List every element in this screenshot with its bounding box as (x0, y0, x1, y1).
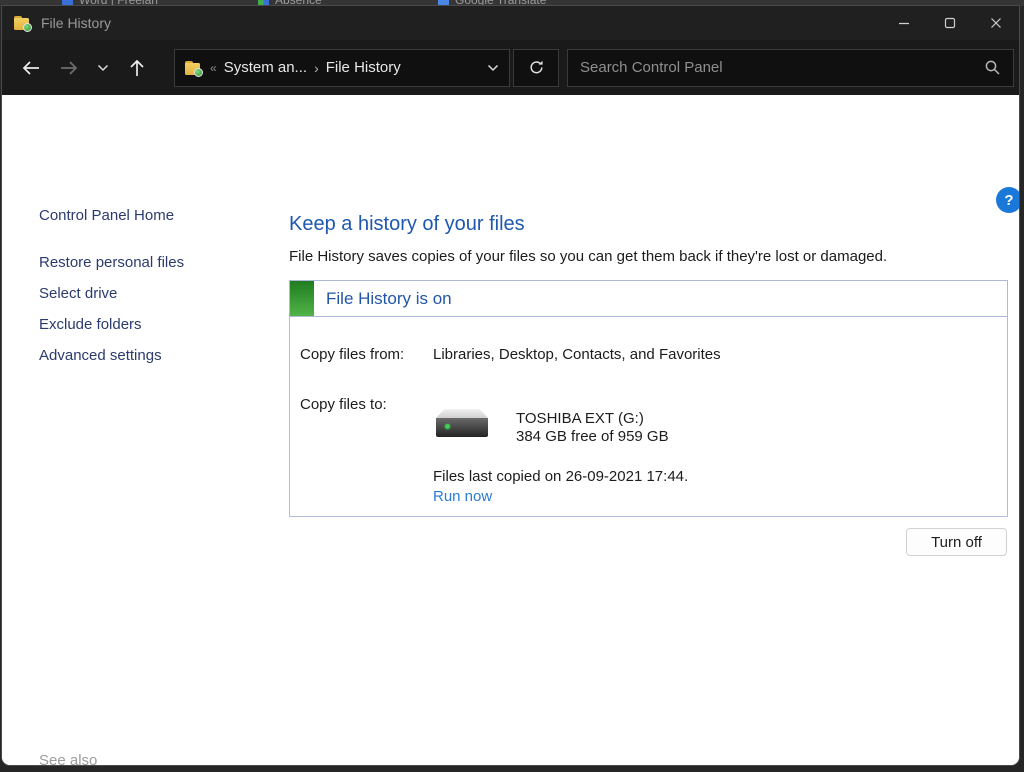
see-also-heading: See also (39, 752, 97, 765)
up-arrow-icon (128, 58, 146, 78)
page-description: File History saves copies of your files … (289, 248, 887, 265)
file-history-status-banner: File History is on (289, 280, 1008, 317)
sidebar-item-select-drive[interactable]: Select drive (39, 285, 117, 302)
copy-from-label: Copy files from: (300, 346, 404, 363)
status-on-indicator (290, 281, 314, 316)
navigation-bar: « System an... › File History (2, 40, 1019, 95)
up-button[interactable] (118, 49, 156, 87)
file-history-window: File History (2, 6, 1019, 765)
last-copied-text: Files last copied on 26-09-2021 17:44. (433, 468, 688, 485)
search-icon[interactable] (984, 59, 1001, 76)
run-now-link[interactable]: Run now (433, 488, 492, 505)
drive-led-indicator (445, 424, 450, 429)
search-input[interactable] (580, 59, 984, 76)
chevron-down-icon (97, 64, 109, 72)
copy-from-value: Libraries, Desktop, Contacts, and Favori… (433, 346, 721, 363)
file-history-app-icon (14, 16, 32, 30)
page-title: Keep a history of your files (289, 213, 525, 236)
chevron-down-icon (487, 64, 499, 72)
file-history-location-icon (185, 61, 203, 75)
copy-to-label: Copy files to: (300, 396, 387, 413)
breadcrumb-overflow-icon[interactable]: « (210, 61, 217, 75)
maximize-button[interactable] (927, 6, 973, 40)
bookmark-favicon (438, 0, 449, 6)
title-bar: File History (2, 6, 1019, 40)
minimize-icon (896, 15, 912, 31)
bookmark-favicon (258, 0, 269, 6)
breadcrumb-separator: › (314, 60, 319, 76)
bookmark-favicon (62, 0, 73, 6)
maximize-icon (942, 15, 958, 31)
breadcrumb-item-system[interactable]: System an... (224, 59, 307, 76)
close-icon (988, 15, 1004, 31)
back-arrow-icon (21, 59, 41, 77)
external-drive-icon (436, 409, 488, 439)
drive-free-space: 384 GB free of 959 GB (516, 428, 669, 445)
address-dropdown-button[interactable] (487, 59, 499, 77)
sidebar-item-exclude-folders[interactable]: Exclude folders (39, 316, 142, 333)
recent-locations-button[interactable] (88, 49, 118, 87)
help-button[interactable]: ? (996, 187, 1019, 213)
address-bar[interactable]: « System an... › File History (174, 49, 510, 87)
window-title: File History (41, 15, 111, 31)
sidebar-item-control-panel-home[interactable]: Control Panel Home (39, 207, 174, 224)
forward-arrow-icon (59, 59, 79, 77)
turn-off-button[interactable]: Turn off (906, 528, 1007, 556)
minimize-button[interactable] (881, 6, 927, 40)
search-box (567, 49, 1014, 87)
refresh-icon (528, 59, 545, 76)
content-area: Control Panel Home Restore personal file… (2, 95, 1019, 765)
status-label: File History is on (326, 289, 452, 309)
breadcrumb-item-file-history[interactable]: File History (326, 59, 401, 76)
sidebar-item-restore-personal-files[interactable]: Restore personal files (39, 254, 184, 271)
window-controls (881, 6, 1019, 40)
sidebar-item-advanced-settings[interactable]: Advanced settings (39, 347, 162, 364)
forward-button[interactable] (50, 49, 88, 87)
file-history-details-panel: Copy files from: Libraries, Desktop, Con… (289, 317, 1008, 517)
drive-name: TOSHIBA EXT (G:) (516, 410, 644, 427)
back-button[interactable] (12, 49, 50, 87)
refresh-button[interactable] (513, 49, 559, 87)
close-button[interactable] (973, 6, 1019, 40)
